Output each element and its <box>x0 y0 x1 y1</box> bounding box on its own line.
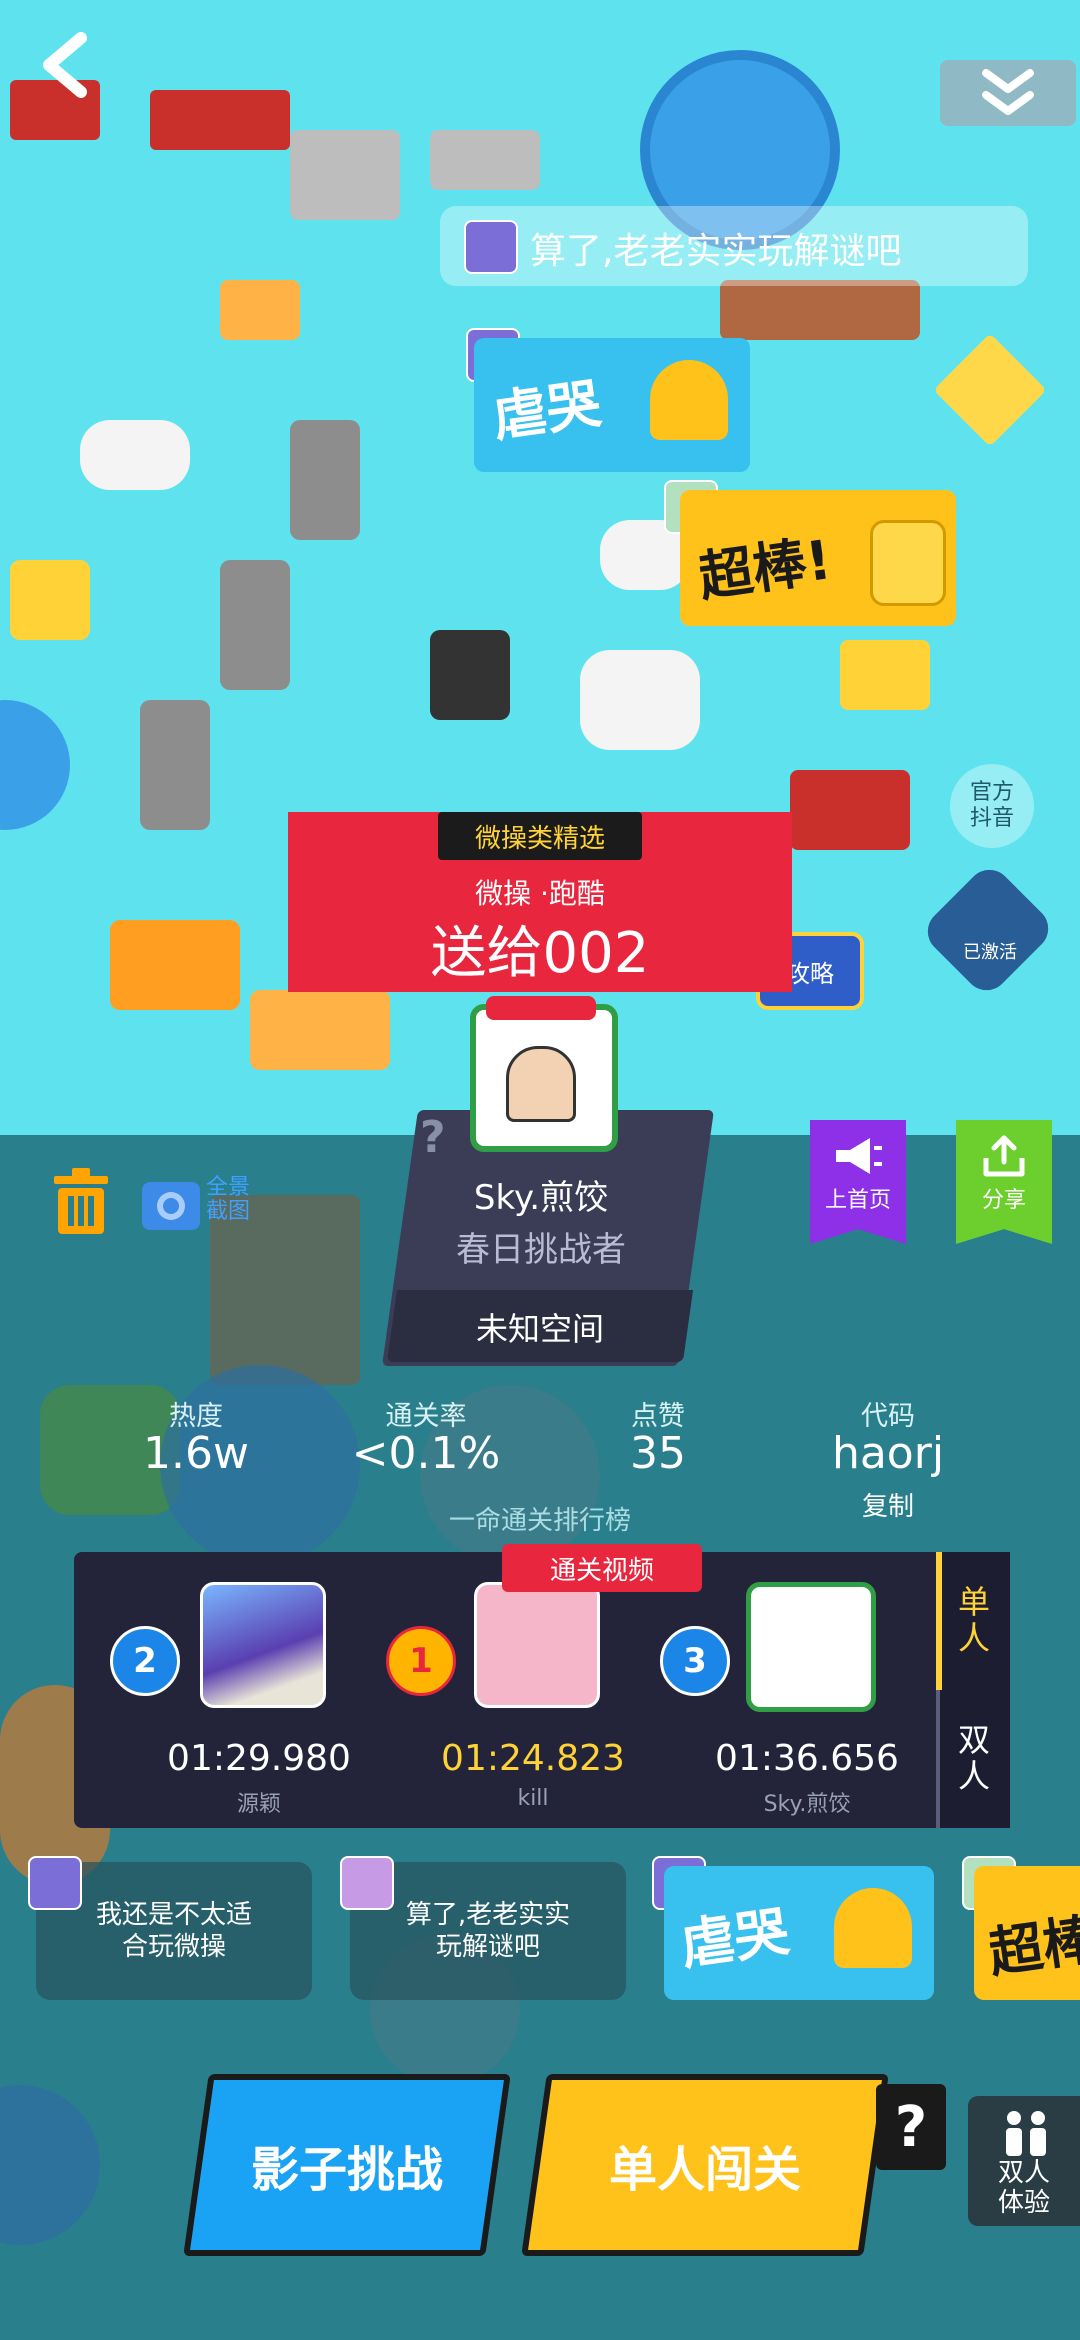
rank-time: 01:29.980 <box>167 1738 351 1779</box>
duo-experience-button[interactable]: 双人 体验 <box>968 2096 1080 2226</box>
commenter-avatar <box>340 1856 394 1910</box>
star-decoration <box>933 333 1047 447</box>
leaderboard-panel: 2 01:29.980 源颖 1 01:24.823 kill 3 01:36.… <box>74 1552 1010 1828</box>
activated-label: 已激活 <box>963 942 1017 963</box>
copy-button[interactable]: 复制 <box>828 1486 948 1523</box>
spike-block <box>430 630 510 720</box>
swirl-decoration <box>0 2085 100 2245</box>
great-sticker: 超棒! <box>680 490 956 626</box>
rank-name: Sky.煎饺 <box>763 1792 851 1817</box>
metal-block <box>430 130 540 190</box>
floating-comment: 算了,老老实实玩解谜吧 <box>440 206 1028 286</box>
swirl-decoration <box>0 700 70 830</box>
cry-sticker: 虐哭 <box>474 338 750 472</box>
rank-name: 源颖 <box>236 1792 281 1817</box>
cloud-block <box>80 420 190 490</box>
single-play-button[interactable]: 单人闯关 <box>521 2074 889 2256</box>
share-icon <box>983 1135 1025 1177</box>
cannon-block <box>110 920 240 1010</box>
double-chevron-down-icon <box>982 69 1034 115</box>
commenter-avatar <box>464 220 518 274</box>
official-douyin-button[interactable]: 官方 抖音 <box>950 764 1034 848</box>
commenter-avatar <box>28 1856 82 1910</box>
pass-rate-value: <0.1% <box>351 1428 501 1479</box>
chevron-left-icon <box>43 32 87 98</box>
delete-button[interactable] <box>52 1168 110 1234</box>
megaphone-icon <box>836 1138 882 1174</box>
rank-avatar[interactable] <box>746 1582 876 1712</box>
cry-sticker-label: 虐哭 <box>676 1899 793 1978</box>
avatar-face <box>506 1046 576 1122</box>
rank-badge: 3 <box>660 1626 730 1696</box>
shadow-challenge-label: 影子挑战 <box>250 2142 443 2198</box>
creator-name[interactable]: Sky.煎饺 <box>400 1170 682 1219</box>
shadow-challenge-button[interactable]: 影子挑战 <box>183 2074 511 2256</box>
arrow-block <box>220 280 300 340</box>
back-button[interactable] <box>20 20 110 110</box>
share-button[interactable]: 分享 <box>956 1120 1052 1244</box>
tab-indicator <box>936 1552 942 1690</box>
thumbs-up-icon <box>870 520 946 606</box>
homepage-label: 上首页 <box>824 1188 891 1213</box>
trash-icon <box>54 1168 108 1234</box>
rank-time: 01:24.823 <box>441 1738 625 1779</box>
level-title: 送给002 <box>430 921 650 986</box>
camera-icon <box>142 1182 200 1230</box>
moai-statue <box>290 420 360 540</box>
great-sticker: 超棒! <box>974 1866 1080 2000</box>
rank-name: kill <box>517 1786 549 1811</box>
leaderboard-title: 一命通关排行榜 <box>448 1506 631 1536</box>
floating-comment-text: 算了,老老实实玩解谜吧 <box>530 231 902 272</box>
homepage-button[interactable]: 上首页 <box>810 1120 906 1244</box>
rank-badge: 2 <box>110 1626 180 1696</box>
tab-single[interactable]: 单 人 <box>948 1584 1000 1656</box>
wood-block <box>720 280 920 340</box>
code-value[interactable]: haorj <box>808 1428 968 1479</box>
space-name: 未知空间 <box>475 1310 604 1348</box>
category-tag: 微操类精选 <box>438 812 642 860</box>
crying-face-icon <box>650 360 728 440</box>
rank-badge: 1 <box>386 1626 456 1696</box>
heat-value: 1.6w <box>143 1428 249 1479</box>
tnt-block <box>150 90 290 150</box>
moai-statue <box>220 560 290 690</box>
two-people-icon <box>1006 2111 1046 2156</box>
level-cover-avatar[interactable] <box>470 996 618 1152</box>
tnt-block <box>790 770 910 850</box>
likes-value: 35 <box>630 1428 686 1479</box>
cloud-block <box>580 650 700 750</box>
crying-face-icon <box>834 1888 912 1968</box>
screenshot-button[interactable] <box>142 1174 200 1230</box>
moai-statue <box>140 700 210 830</box>
rank-avatar[interactable] <box>200 1582 326 1708</box>
great-sticker-label: 超棒! <box>984 1904 1080 1985</box>
great-sticker-label: 超棒! <box>694 528 836 609</box>
metal-block <box>290 130 400 220</box>
share-label: 分享 <box>981 1188 1026 1213</box>
clear-video-tag[interactable]: 通关视频 <box>502 1544 702 1592</box>
help-button[interactable]: ? <box>876 2084 946 2170</box>
bow-icon <box>486 996 596 1020</box>
screenshot-label[interactable]: 全景 截图 <box>206 1176 250 1224</box>
rank-time: 01:36.656 <box>715 1738 899 1779</box>
creator-title: 春日挑战者 <box>456 1230 626 1270</box>
cannon-block <box>10 560 90 640</box>
tab-duo[interactable]: 双 人 <box>948 1722 1000 1794</box>
duo-experience-label: 双人 体验 <box>997 2158 1050 2218</box>
level-subtitle: 微操 ·跑酷 <box>475 877 605 910</box>
cry-sticker: 虐哭 <box>664 1866 934 2000</box>
rank-avatar[interactable] <box>474 1582 600 1708</box>
cry-sticker-label: 虐哭 <box>488 371 605 450</box>
cannon-block <box>840 640 930 710</box>
collapse-button[interactable] <box>940 60 1076 126</box>
single-play-label: 单人闯关 <box>608 2142 801 2198</box>
cannon-block <box>250 990 390 1070</box>
unknown-mark: ? <box>420 1112 446 1163</box>
